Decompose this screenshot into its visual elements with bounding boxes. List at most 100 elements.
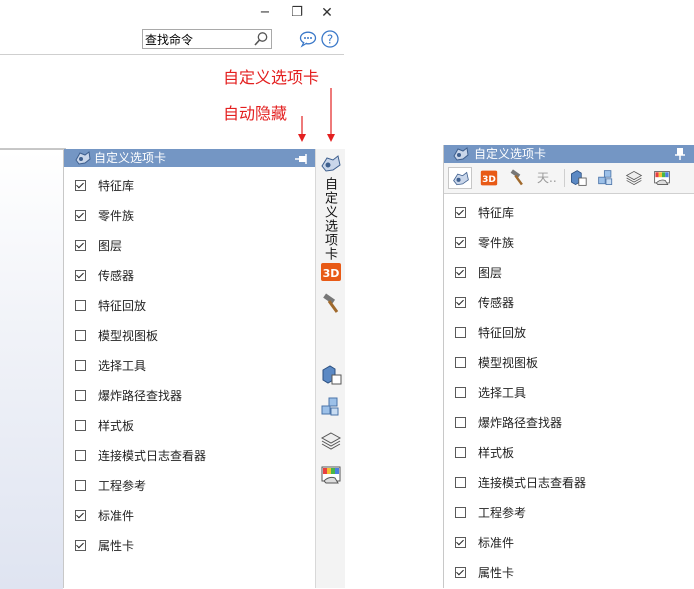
checkbox-row[interactable]: 工程参考 (64, 476, 316, 496)
annotation-arrows (298, 88, 335, 142)
checkbox[interactable] (75, 450, 86, 461)
checkbox[interactable] (75, 180, 86, 191)
pane-header: 自定义选项卡 (444, 145, 694, 163)
checkbox-label: 传感器 (98, 269, 135, 283)
checkbox-row[interactable]: 标准件 (444, 533, 694, 553)
tab-model-view[interactable] (566, 167, 590, 189)
checkbox[interactable] (455, 357, 466, 368)
tab-custom[interactable] (320, 153, 342, 175)
auto-hide-pin-icon[interactable] (295, 152, 309, 170)
tab-3d[interactable]: 3D (477, 167, 501, 189)
checkbox[interactable] (75, 210, 86, 221)
checkbox[interactable] (75, 420, 86, 431)
checkbox[interactable] (455, 297, 466, 308)
search-box[interactable] (142, 29, 272, 49)
checkbox[interactable] (455, 267, 466, 278)
checkbox-label: 图层 (98, 239, 123, 253)
checkbox-row[interactable]: 图层 (64, 236, 316, 256)
tab-sky-label: 天.. (537, 171, 557, 185)
checkbox[interactable] (75, 360, 86, 371)
tab-custom[interactable] (448, 167, 472, 189)
checkbox-label: 工程参考 (98, 479, 147, 493)
checkbox[interactable] (75, 510, 86, 521)
checkbox[interactable] (455, 567, 466, 578)
checkbox[interactable] (75, 240, 86, 251)
checkbox-label: 传感器 (478, 296, 515, 310)
tab-3d[interactable]: 3D (320, 261, 342, 283)
restore-button[interactable]: ❐ (287, 4, 307, 22)
style-board-icon (321, 466, 341, 484)
layers-icon (625, 170, 643, 186)
pane-title: 自定义选项卡 (94, 151, 167, 165)
checkbox-label: 样式板 (478, 446, 515, 460)
checkbox-row[interactable]: 样式板 (64, 416, 316, 436)
divider (564, 169, 565, 187)
checkbox-label: 连接模式日志查看器 (478, 476, 587, 490)
checkbox[interactable] (75, 390, 86, 401)
tab-hammer[interactable] (505, 167, 529, 189)
tab-style-board[interactable] (320, 464, 342, 486)
search-icon[interactable] (253, 31, 269, 50)
tab-hammer[interactable] (320, 293, 342, 315)
checkbox[interactable] (75, 330, 86, 341)
checkbox-row[interactable]: 特征库 (64, 176, 316, 196)
minimize-button[interactable]: − (255, 4, 275, 22)
checkbox-row[interactable]: 传感器 (64, 266, 316, 286)
tab-style-board[interactable] (650, 167, 674, 189)
search-input[interactable] (143, 30, 253, 48)
checkbox-row[interactable]: 零件族 (444, 233, 694, 253)
checkbox[interactable] (455, 207, 466, 218)
checkbox-row[interactable]: 模型视图板 (64, 326, 316, 346)
checkbox-row[interactable]: 属性卡 (444, 563, 694, 583)
checkbox-row[interactable]: 样式板 (444, 443, 694, 463)
checkbox[interactable] (455, 387, 466, 398)
window-titlebar: − ❐ ✕ (0, 0, 344, 28)
3d-icon: 3D (480, 170, 498, 186)
checkbox[interactable] (455, 507, 466, 518)
checkbox-row[interactable]: 选择工具 (444, 383, 694, 403)
checkbox-row[interactable]: 特征回放 (444, 323, 694, 343)
checkbox-label: 模型视图板 (98, 329, 159, 343)
checkbox-row[interactable]: 特征库 (444, 203, 694, 223)
checkbox-label: 连接模式日志查看器 (98, 449, 207, 463)
tab-model-view[interactable] (320, 364, 342, 386)
checkbox[interactable] (455, 537, 466, 548)
tab-explode-path[interactable] (594, 167, 618, 189)
checkbox-row[interactable]: 图层 (444, 263, 694, 283)
checkbox-row[interactable]: 连接模式日志查看器 (444, 473, 694, 493)
checkbox-row[interactable]: 工程参考 (444, 503, 694, 523)
checkbox[interactable] (75, 540, 86, 551)
checkbox[interactable] (455, 477, 466, 488)
checkbox[interactable] (75, 480, 86, 491)
checkbox-row[interactable]: 标准件 (64, 506, 316, 526)
checkbox-row[interactable]: 爆炸路径查找器 (444, 413, 694, 433)
checkbox[interactable] (455, 237, 466, 248)
close-button[interactable]: ✕ (317, 4, 337, 22)
tab-sky[interactable]: 天.. (533, 167, 563, 189)
vertical-tab-label[interactable]: 自定义选项卡 (321, 177, 339, 261)
tab-layers[interactable] (622, 167, 646, 189)
tab-layers[interactable] (320, 430, 342, 452)
checkbox-label: 特征回放 (98, 299, 147, 313)
checkbox-row[interactable]: 零件族 (64, 206, 316, 226)
checkbox[interactable] (455, 447, 466, 458)
help-icon[interactable]: ? (320, 29, 340, 52)
checkbox-row[interactable]: 属性卡 (64, 536, 316, 556)
checkbox[interactable] (75, 300, 86, 311)
checkbox-row[interactable]: 传感器 (444, 293, 694, 313)
explode-path-icon (321, 397, 339, 416)
custom-tab-icon (74, 150, 92, 171)
checkbox-row[interactable]: 爆炸路径查找器 (64, 386, 316, 406)
checkbox[interactable] (75, 270, 86, 281)
checkbox[interactable] (455, 327, 466, 338)
checkbox-row[interactable]: 模型视图板 (444, 353, 694, 373)
tab-explode-path[interactable] (320, 396, 342, 418)
pane-title: 自定义选项卡 (474, 147, 547, 161)
checkbox-label: 标准件 (98, 509, 135, 523)
checkbox-row[interactable]: 特征回放 (64, 296, 316, 316)
checkbox[interactable] (455, 417, 466, 428)
hammer-icon (323, 293, 339, 313)
checkbox-row[interactable]: 选择工具 (64, 356, 316, 376)
checkbox-row[interactable]: 连接模式日志查看器 (64, 446, 316, 466)
chat-bubble-icon[interactable] (298, 29, 318, 52)
